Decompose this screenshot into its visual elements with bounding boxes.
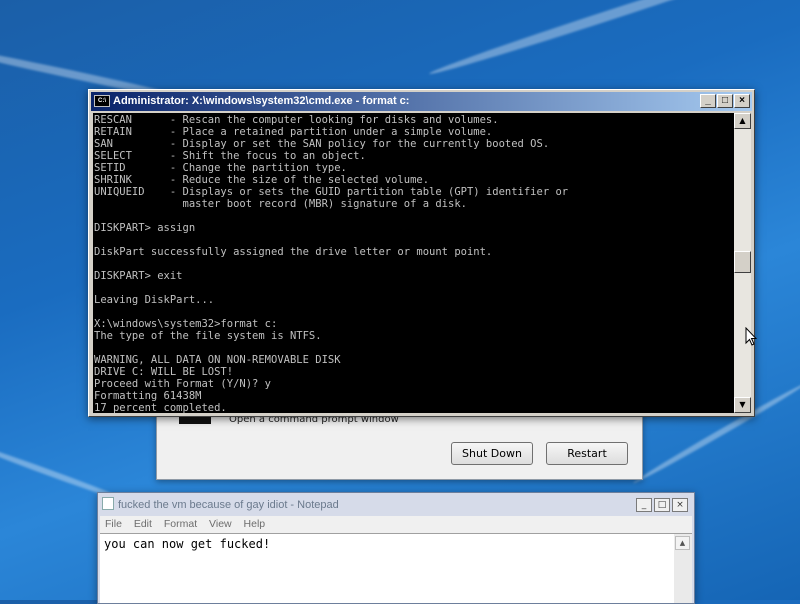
- maximize-button[interactable]: □: [717, 94, 733, 108]
- menu-format[interactable]: Format: [164, 518, 197, 530]
- notepad-icon: [102, 497, 114, 510]
- console-line: SHRINK - Reduce the size of the selected…: [94, 174, 430, 186]
- minimize-button[interactable]: _: [700, 94, 716, 108]
- console-line: DISKPART> exit: [94, 270, 183, 282]
- scroll-up-arrow-icon[interactable]: ▲: [675, 536, 690, 550]
- menu-file[interactable]: File: [105, 518, 122, 530]
- console-scrollbar[interactable]: ▲ ▼: [734, 113, 751, 413]
- notepad-window: fucked the vm because of gay idiot - Not…: [97, 492, 695, 604]
- menu-edit[interactable]: Edit: [134, 518, 152, 530]
- console-line: master boot record (MBR) signature of a …: [94, 198, 467, 210]
- notepad-menubar: File Edit Format View Help: [100, 516, 692, 533]
- console-line: X:\windows\system32>format c:: [94, 318, 278, 330]
- console-line: RESCAN - Rescan the computer looking for…: [94, 114, 499, 126]
- cmd-titlebar[interactable]: C:\ Administrator: X:\windows\system32\c…: [91, 92, 752, 111]
- console-line: DiskPart successfully assigned the drive…: [94, 246, 493, 258]
- notepad-text-area[interactable]: you can now get fucked!: [100, 533, 674, 603]
- console-line: DRIVE C: WILL BE LOST!: [94, 366, 234, 378]
- cmd-window: C:\ Administrator: X:\windows\system32\c…: [88, 89, 755, 417]
- notepad-titlebar[interactable]: fucked the vm because of gay idiot - Not…: [102, 496, 624, 514]
- notepad-close-button[interactable]: ×: [672, 498, 688, 512]
- shutdown-button[interactable]: Shut Down: [451, 442, 533, 465]
- close-button[interactable]: ×: [734, 94, 750, 108]
- console-line: Leaving DiskPart...: [94, 294, 215, 306]
- cmd-icon: C:\: [94, 95, 110, 107]
- console-line: Formatting 61438M: [94, 390, 202, 402]
- console-line: The type of the file system is NTFS.: [94, 330, 322, 342]
- mouse-cursor-icon: [745, 327, 757, 346]
- menu-view[interactable]: View: [209, 518, 232, 530]
- scrollbar-thumb[interactable]: [734, 251, 751, 273]
- console-line: Proceed with Format (Y/N)? y: [94, 378, 272, 390]
- console-line: 17 percent completed.: [94, 402, 227, 413]
- console-line: SAN - Display or set the SAN policy for …: [94, 138, 550, 150]
- console-output[interactable]: RESCAN - Rescan the computer looking for…: [93, 113, 734, 413]
- scroll-down-arrow-icon[interactable]: ▼: [734, 397, 751, 413]
- cmd-window-title: Administrator: X:\windows\system32\cmd.e…: [113, 95, 410, 107]
- scroll-up-arrow-icon[interactable]: ▲: [734, 113, 751, 129]
- console-line: SETID - Change the partition type.: [94, 162, 347, 174]
- notepad-maximize-button[interactable]: □: [654, 498, 670, 512]
- console-line: SELECT - Shift the focus to an object.: [94, 150, 366, 162]
- console-line: WARNING, ALL DATA ON NON-REMOVABLE DISK: [94, 354, 341, 366]
- notepad-scrollbar[interactable]: ▲: [674, 533, 692, 603]
- console-line: UNIQUEID - Displays or sets the GUID par…: [94, 186, 569, 198]
- wallpaper-streak: [427, 0, 793, 79]
- notepad-minimize-button[interactable]: _: [636, 498, 652, 512]
- restart-button[interactable]: Restart: [546, 442, 628, 465]
- console-line: RETAIN - Place a retained partition unde…: [94, 126, 493, 138]
- console-line: DISKPART> assign: [94, 222, 196, 234]
- menu-help[interactable]: Help: [244, 518, 266, 530]
- notepad-title: fucked the vm because of gay idiot - Not…: [118, 499, 339, 511]
